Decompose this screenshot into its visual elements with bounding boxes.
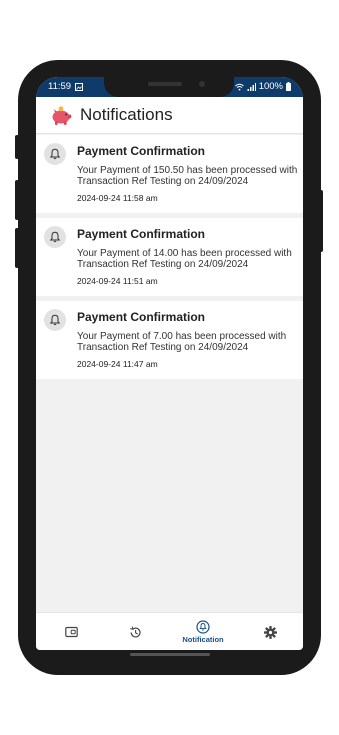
home-indicator[interactable] bbox=[130, 653, 210, 656]
volume-button bbox=[15, 228, 19, 268]
notification-item[interactable]: Payment Confirmation Your Payment of 7.0… bbox=[36, 301, 303, 379]
bell-icon bbox=[44, 309, 66, 331]
nav-wallet[interactable] bbox=[56, 613, 86, 650]
notification-title: Payment Confirmation bbox=[77, 310, 206, 324]
app-bar: Notifications bbox=[36, 97, 303, 134]
settings-icon bbox=[263, 625, 277, 639]
gallery-notification-icon bbox=[75, 82, 84, 91]
notification-item[interactable]: Payment Confirmation Your Payment of 14.… bbox=[36, 218, 303, 296]
page-title: Notifications bbox=[80, 105, 173, 124]
volume-button bbox=[15, 180, 19, 220]
notification-title: Payment Confirmation bbox=[77, 144, 206, 158]
status-time: 11:59 bbox=[48, 81, 72, 92]
wifi-icon bbox=[234, 83, 244, 90]
notification-item[interactable]: Payment Confirmation Your Payment of 150… bbox=[36, 135, 303, 213]
notification-time: 2024-09-24 11:58 am bbox=[77, 193, 158, 203]
notification-message: Your Payment of 14.00 has been processed… bbox=[77, 248, 292, 270]
notification-list: Payment Confirmation Your Payment of 150… bbox=[36, 135, 303, 384]
nav-settings[interactable] bbox=[255, 613, 285, 650]
nav-notification[interactable]: Notification bbox=[172, 613, 234, 650]
notification-message: Your Payment of 7.00 has been processed … bbox=[77, 331, 287, 353]
wallet-icon bbox=[64, 626, 78, 638]
piggy-bank-icon bbox=[52, 106, 72, 125]
notification-title: Payment Confirmation bbox=[77, 227, 206, 241]
battery-percent: 100% bbox=[258, 81, 283, 92]
camera-notch bbox=[104, 77, 234, 97]
nav-history[interactable] bbox=[120, 613, 150, 650]
notification-time: 2024-09-24 11:51 am bbox=[77, 276, 158, 286]
power-button bbox=[319, 190, 323, 252]
volume-button bbox=[15, 135, 19, 159]
bell-icon bbox=[44, 143, 66, 165]
history-icon bbox=[129, 626, 141, 638]
signal-icon bbox=[247, 82, 256, 91]
speaker bbox=[148, 82, 182, 86]
bell-icon bbox=[44, 226, 66, 248]
notification-time: 2024-09-24 11:47 am bbox=[77, 359, 158, 369]
app-screen: 11:59 100% Notifications Payment Confirm… bbox=[36, 77, 303, 650]
front-camera bbox=[199, 81, 205, 87]
bottom-navigation: Notification bbox=[36, 612, 303, 650]
battery-icon bbox=[286, 82, 291, 91]
notification-message: Your Payment of 150.50 has been processe… bbox=[77, 165, 298, 187]
notification-icon bbox=[196, 620, 210, 634]
nav-notification-label: Notification bbox=[182, 635, 224, 644]
status-bar: 11:59 100% bbox=[36, 77, 303, 97]
